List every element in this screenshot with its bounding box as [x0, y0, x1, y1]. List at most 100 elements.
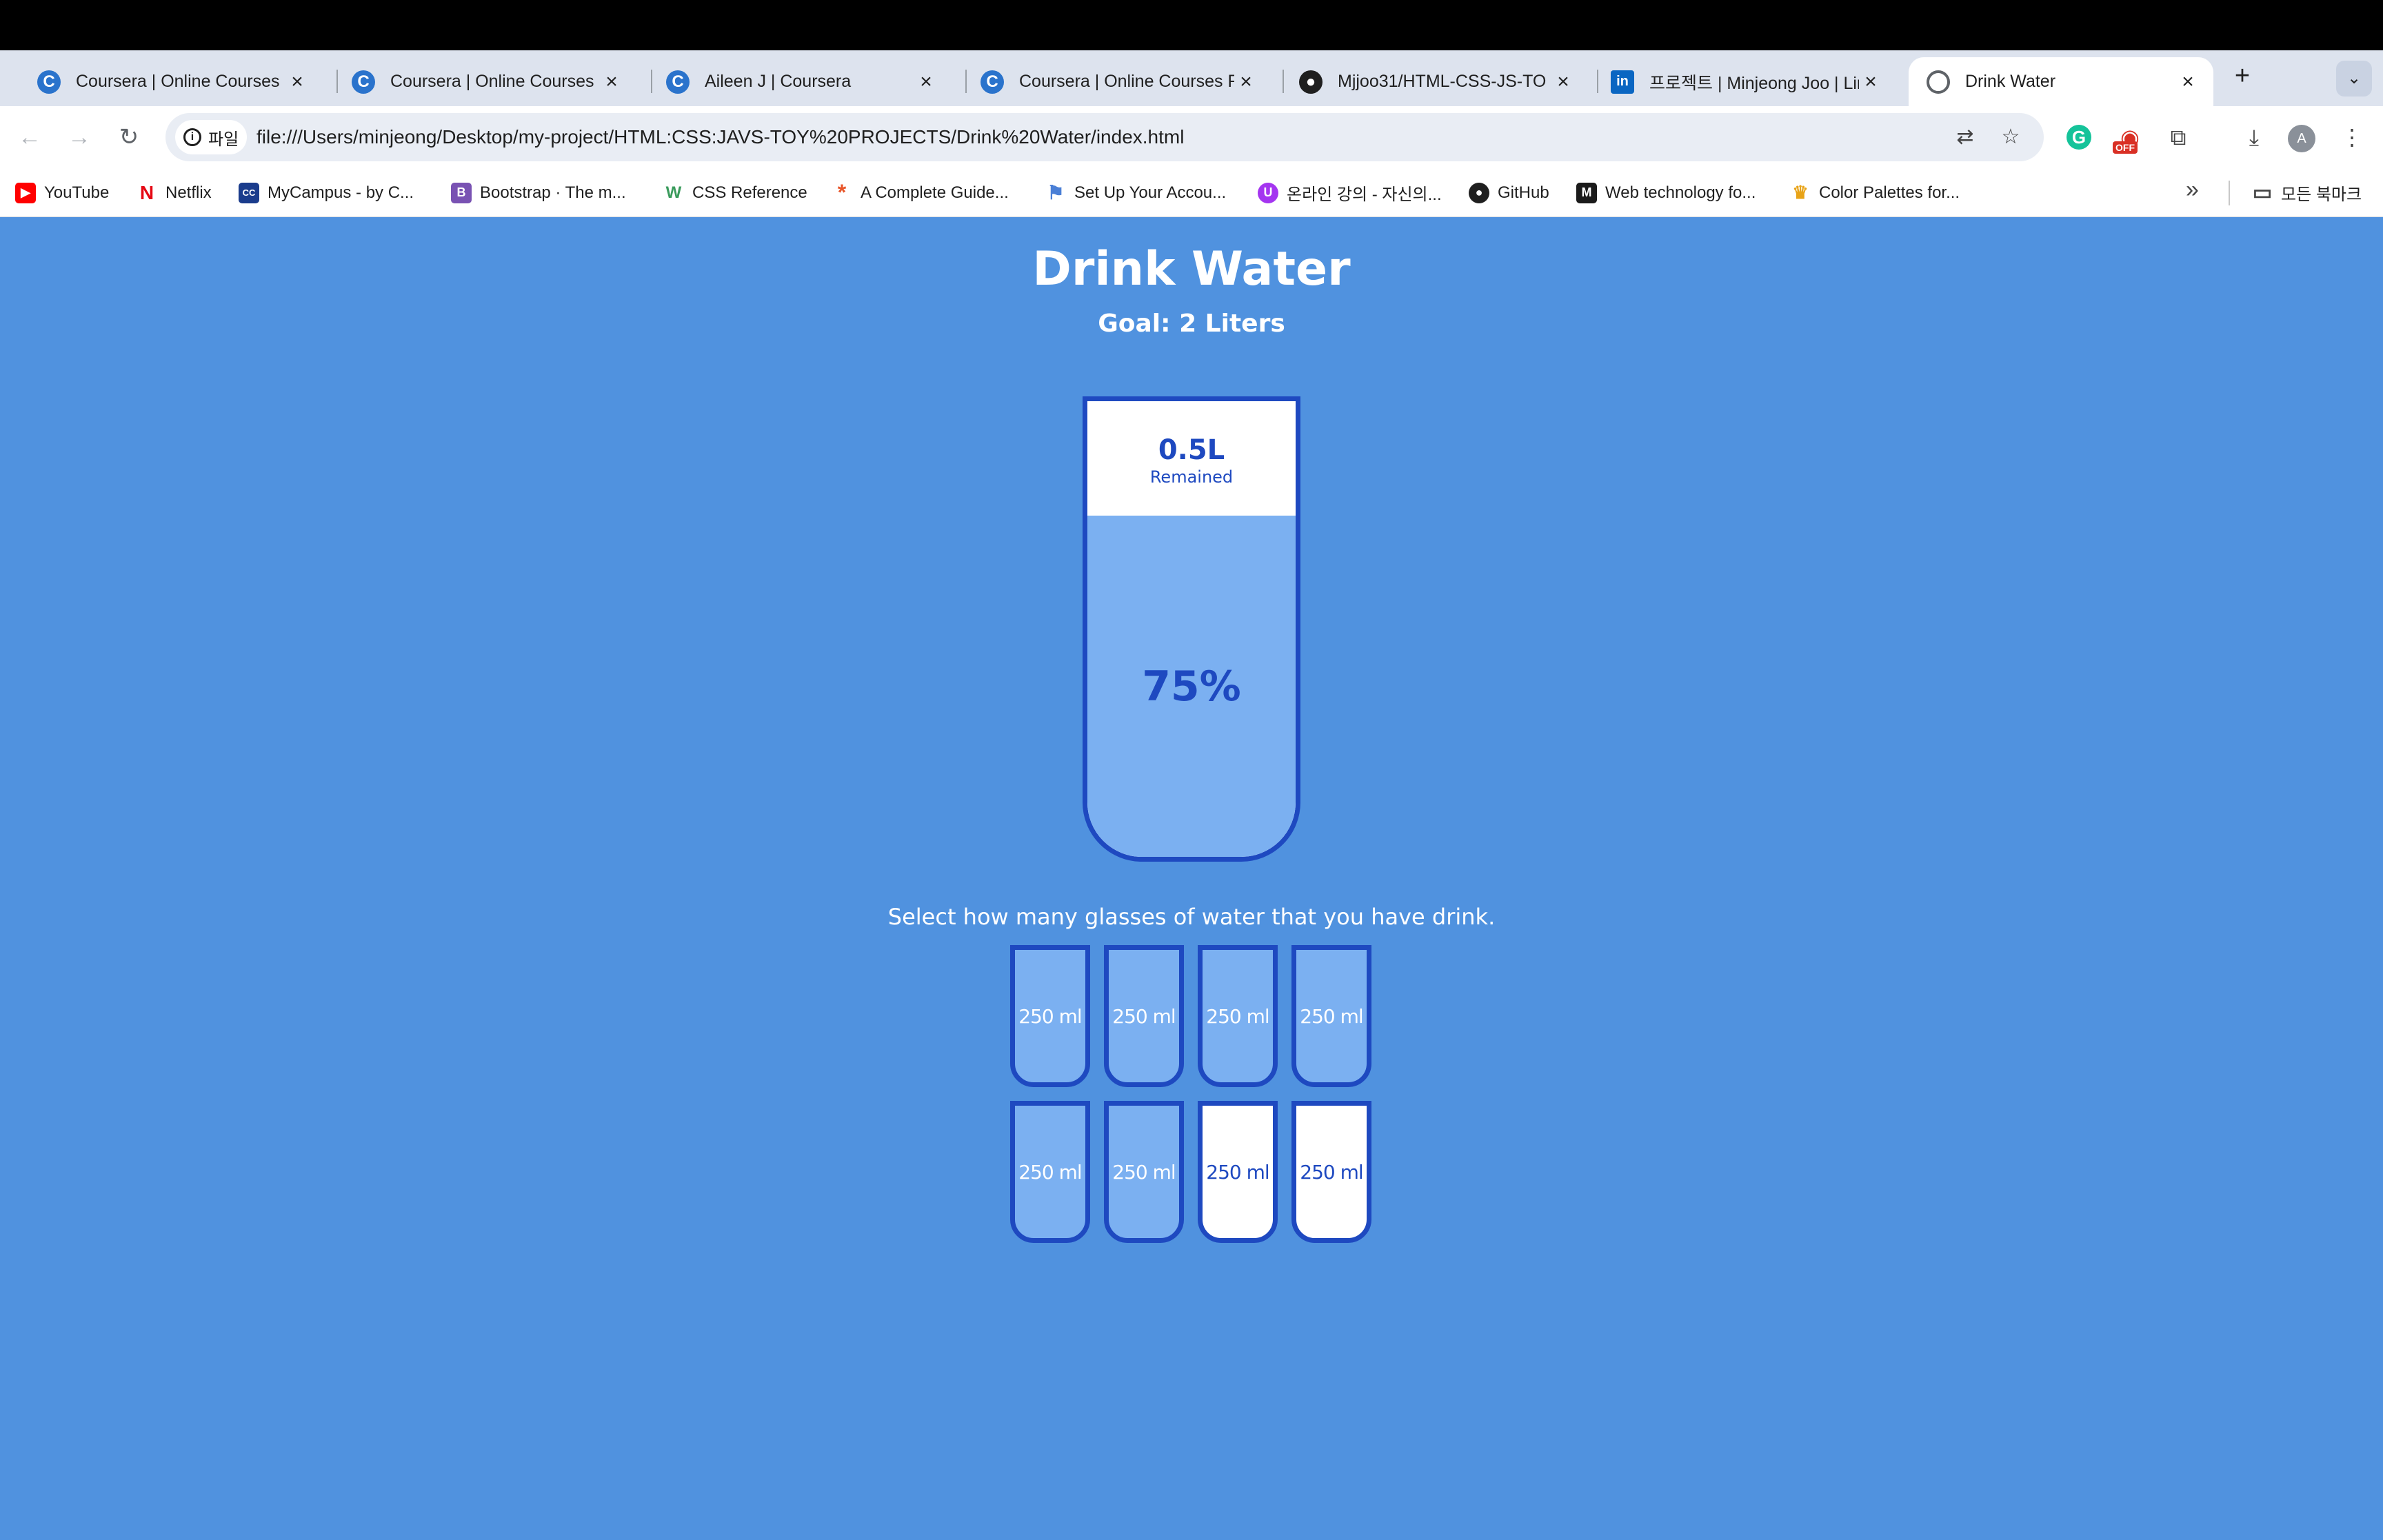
bookmark-label: 온라인 강의 - 자신의... — [1287, 185, 1442, 204]
extension-off-badge: OFF — [2113, 141, 2138, 154]
close-icon[interactable]: × — [1234, 70, 1258, 94]
bookmark-mycampus[interactable]: CC MyCampus - by C... — [239, 168, 414, 217]
bookmark-label: 모든 북마크 — [2281, 185, 2362, 204]
close-icon[interactable]: × — [285, 70, 309, 94]
tab-title: Drink Water — [1965, 72, 2056, 91]
water-fill-percentage: 75% — [1087, 516, 1296, 857]
bookmark-label: Web technology fo... — [1605, 183, 1756, 202]
remained-label: Remained — [1149, 467, 1234, 487]
close-icon[interactable]: × — [2176, 70, 2200, 94]
drink-water-page: Drink Water Goal: 2 Liters 0.5L Remained… — [0, 217, 2383, 1540]
bookmark-set-up-account[interactable]: ⚑ Set Up Your Accou... — [1045, 168, 1226, 217]
extensions-puzzle-icon[interactable]: ⧉ — [2162, 121, 2194, 153]
small-cup[interactable]: 250 ml — [1198, 1101, 1278, 1243]
bookmark-label: Color Palettes for... — [1819, 183, 1960, 202]
bookmark-label: A Complete Guide... — [861, 183, 1009, 202]
url-text[interactable]: file:///Users/minjeong/Desktop/my-projec… — [257, 113, 1184, 161]
browser-tab[interactable]: C Coursera | Online Courses F × — [963, 57, 1271, 106]
bookmark-css-reference[interactable]: W CSS Reference — [663, 168, 807, 217]
profile-avatar[interactable]: A — [2288, 125, 2315, 152]
small-cup[interactable]: 250 ml — [1198, 945, 1278, 1087]
bootstrap-icon: B — [451, 182, 472, 203]
bookmark-bootstrap[interactable]: B Bootstrap · The m... — [451, 168, 626, 217]
percentage-text: 75% — [1142, 662, 1241, 711]
bookmark-label: YouTube — [44, 183, 110, 202]
tab-strip: C Coursera | Online Courses F × C Course… — [0, 50, 2383, 106]
tab-title: Coursera | Online Courses F — [76, 72, 285, 91]
forward-button[interactable]: → — [63, 121, 95, 153]
bookmark-web-technology[interactable]: M Web technology fo... — [1576, 168, 1756, 217]
bookmark-label: Netflix — [165, 183, 212, 202]
palette-icon: ♛ — [1792, 182, 1809, 203]
close-icon[interactable]: × — [1551, 70, 1575, 94]
download-icon[interactable]: ⤓ — [2238, 121, 2270, 153]
close-icon[interactable]: × — [914, 70, 938, 94]
remained-amount: 0.5L — [1158, 434, 1225, 466]
info-icon: i — [183, 128, 201, 146]
grammarly-extension-icon[interactable]: G — [2067, 125, 2091, 150]
browser-tab[interactable]: C Coursera | Online Courses F × — [334, 57, 637, 106]
translate-icon[interactable]: ⇄ — [1951, 123, 1980, 152]
bookmark-label: CSS Reference — [692, 183, 807, 202]
bookmark-label: Set Up Your Accou... — [1074, 183, 1227, 202]
browser-tab-active[interactable]: Drink Water × — [1909, 57, 2213, 106]
new-tab-button[interactable]: + — [2229, 62, 2256, 90]
instruction-text: Select how many glasses of water that yo… — [887, 904, 1496, 930]
small-cup[interactable]: 250 ml — [1010, 1101, 1090, 1243]
address-bar[interactable]: i 파일 file:///Users/minjeong/Desktop/my-p… — [165, 113, 2044, 161]
folder-icon: ▭ — [2252, 181, 2273, 204]
github-icon: ● — [1299, 70, 1323, 94]
bookmark-online-lecture[interactable]: U 온라인 강의 - 자신의... — [1258, 168, 1442, 217]
small-cup[interactable]: 250 ml — [1104, 1101, 1184, 1243]
bookmark-star-icon[interactable]: ☆ — [1996, 123, 2025, 152]
close-icon[interactable]: × — [1859, 70, 1882, 94]
small-cup[interactable]: 250 ml — [1291, 945, 1371, 1087]
big-cup: 0.5L Remained 75% — [1083, 396, 1300, 862]
page-title: Drink Water — [1032, 242, 1351, 296]
css-reference-icon: W — [665, 183, 682, 202]
remained-section: 0.5L Remained — [1087, 401, 1296, 516]
browser-tab[interactable]: C Coursera | Online Courses F × — [19, 57, 323, 106]
small-cup[interactable]: 250 ml — [1291, 1101, 1371, 1243]
bookmark-github[interactable]: ● GitHub — [1469, 168, 1549, 217]
all-bookmarks-folder[interactable]: ▭ 모든 북마크 — [2252, 168, 2362, 217]
bookmark-complete-guide[interactable]: * A Complete Guide... — [832, 168, 1009, 217]
small-cup[interactable]: 250 ml — [1104, 945, 1184, 1087]
site-chip-label: 파일 — [208, 130, 239, 149]
browser-toolbar: ← → ↻ i 파일 file:///Users/minjeong/Deskto… — [0, 106, 2383, 168]
tab-title: Mjjoo31/HTML-CSS-JS-TO — [1338, 72, 1547, 91]
screen-top-bar — [0, 0, 2383, 50]
goal-text: Goal: 2 Liters — [1098, 310, 1285, 338]
browser-tab[interactable]: ● Mjjoo31/HTML-CSS-JS-TO × — [1281, 57, 1589, 106]
tab-search-button[interactable]: ⌄ — [2336, 61, 2372, 97]
bookmarks-divider — [2229, 181, 2230, 205]
bookmark-youtube[interactable]: ▶ YouTube — [15, 168, 109, 217]
bookmark-label: GitHub — [1498, 183, 1549, 202]
mdn-icon: M — [1576, 182, 1597, 203]
netflix-icon: N — [139, 181, 154, 203]
bookmark-color-palettes[interactable]: ♛ Color Palettes for... — [1790, 168, 1960, 217]
mycampus-icon: CC — [239, 182, 259, 203]
bookmark-label: MyCampus - by C... — [268, 183, 414, 202]
small-cup[interactable]: 250 ml — [1010, 945, 1090, 1087]
css-tricks-icon: * — [837, 180, 847, 205]
browser-tab[interactable]: in 프로젝트 | Minjeong Joo | Lin × — [1593, 57, 1896, 106]
linkedin-icon: in — [1611, 70, 1634, 94]
tab-title: 프로젝트 | Minjeong Joo | Lin — [1649, 73, 1859, 93]
close-icon[interactable]: × — [600, 70, 623, 94]
bookmark-netflix[interactable]: N Netflix — [137, 168, 212, 217]
menu-kebab-icon[interactable]: ⋮ — [2336, 121, 2368, 153]
flag-icon: ⚑ — [1047, 182, 1065, 203]
reload-button[interactable]: ↻ — [113, 121, 145, 153]
github-icon: ● — [1469, 182, 1489, 203]
back-button[interactable]: ← — [14, 121, 46, 153]
youtube-icon: ▶ — [15, 182, 36, 203]
site-info-chip[interactable]: i 파일 — [175, 120, 247, 154]
browser-tab[interactable]: C Aileen J | Coursera × — [648, 57, 952, 106]
coursera-icon: C — [352, 70, 375, 94]
tab-title: Coursera | Online Courses F — [1019, 72, 1234, 91]
coursera-icon: C — [37, 70, 61, 94]
chevron-double-right-icon[interactable]: » — [2186, 176, 2199, 203]
globe-icon — [1927, 70, 1950, 94]
bookmark-label: Bootstrap · The m... — [480, 183, 626, 202]
